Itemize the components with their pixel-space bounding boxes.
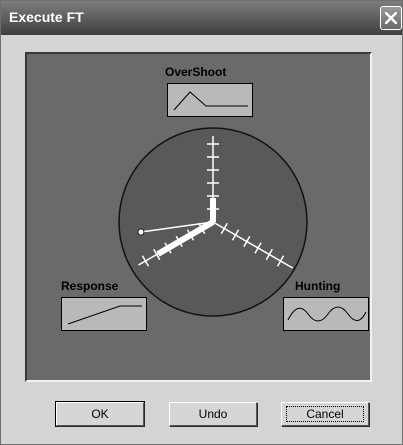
hunting-curve-icon — [287, 306, 367, 322]
undo-button[interactable]: Undo — [169, 402, 257, 426]
close-button[interactable] — [380, 6, 402, 30]
close-icon — [385, 12, 397, 24]
window-title: Execute FT — [9, 9, 84, 25]
response-label: Response — [61, 279, 119, 293]
cancel-button[interactable]: Cancel — [281, 402, 369, 426]
execute-ft-dialog: Execute FT OverShoot Response Hunting OK… — [0, 0, 403, 445]
focus-rectangle — [286, 406, 364, 422]
response-thumbnail — [61, 297, 147, 331]
hunting-thumbnail — [283, 297, 369, 331]
title-bar[interactable]: Execute FT — [1, 1, 402, 35]
tuning-dial[interactable] — [27, 54, 370, 380]
response-curve-icon — [67, 305, 142, 325]
dial-pointer-knob — [137, 228, 145, 236]
hunting-label: Hunting — [295, 279, 341, 293]
ok-button[interactable]: OK — [56, 402, 144, 426]
tuning-panel: OverShoot Response Hunting — [25, 52, 372, 382]
